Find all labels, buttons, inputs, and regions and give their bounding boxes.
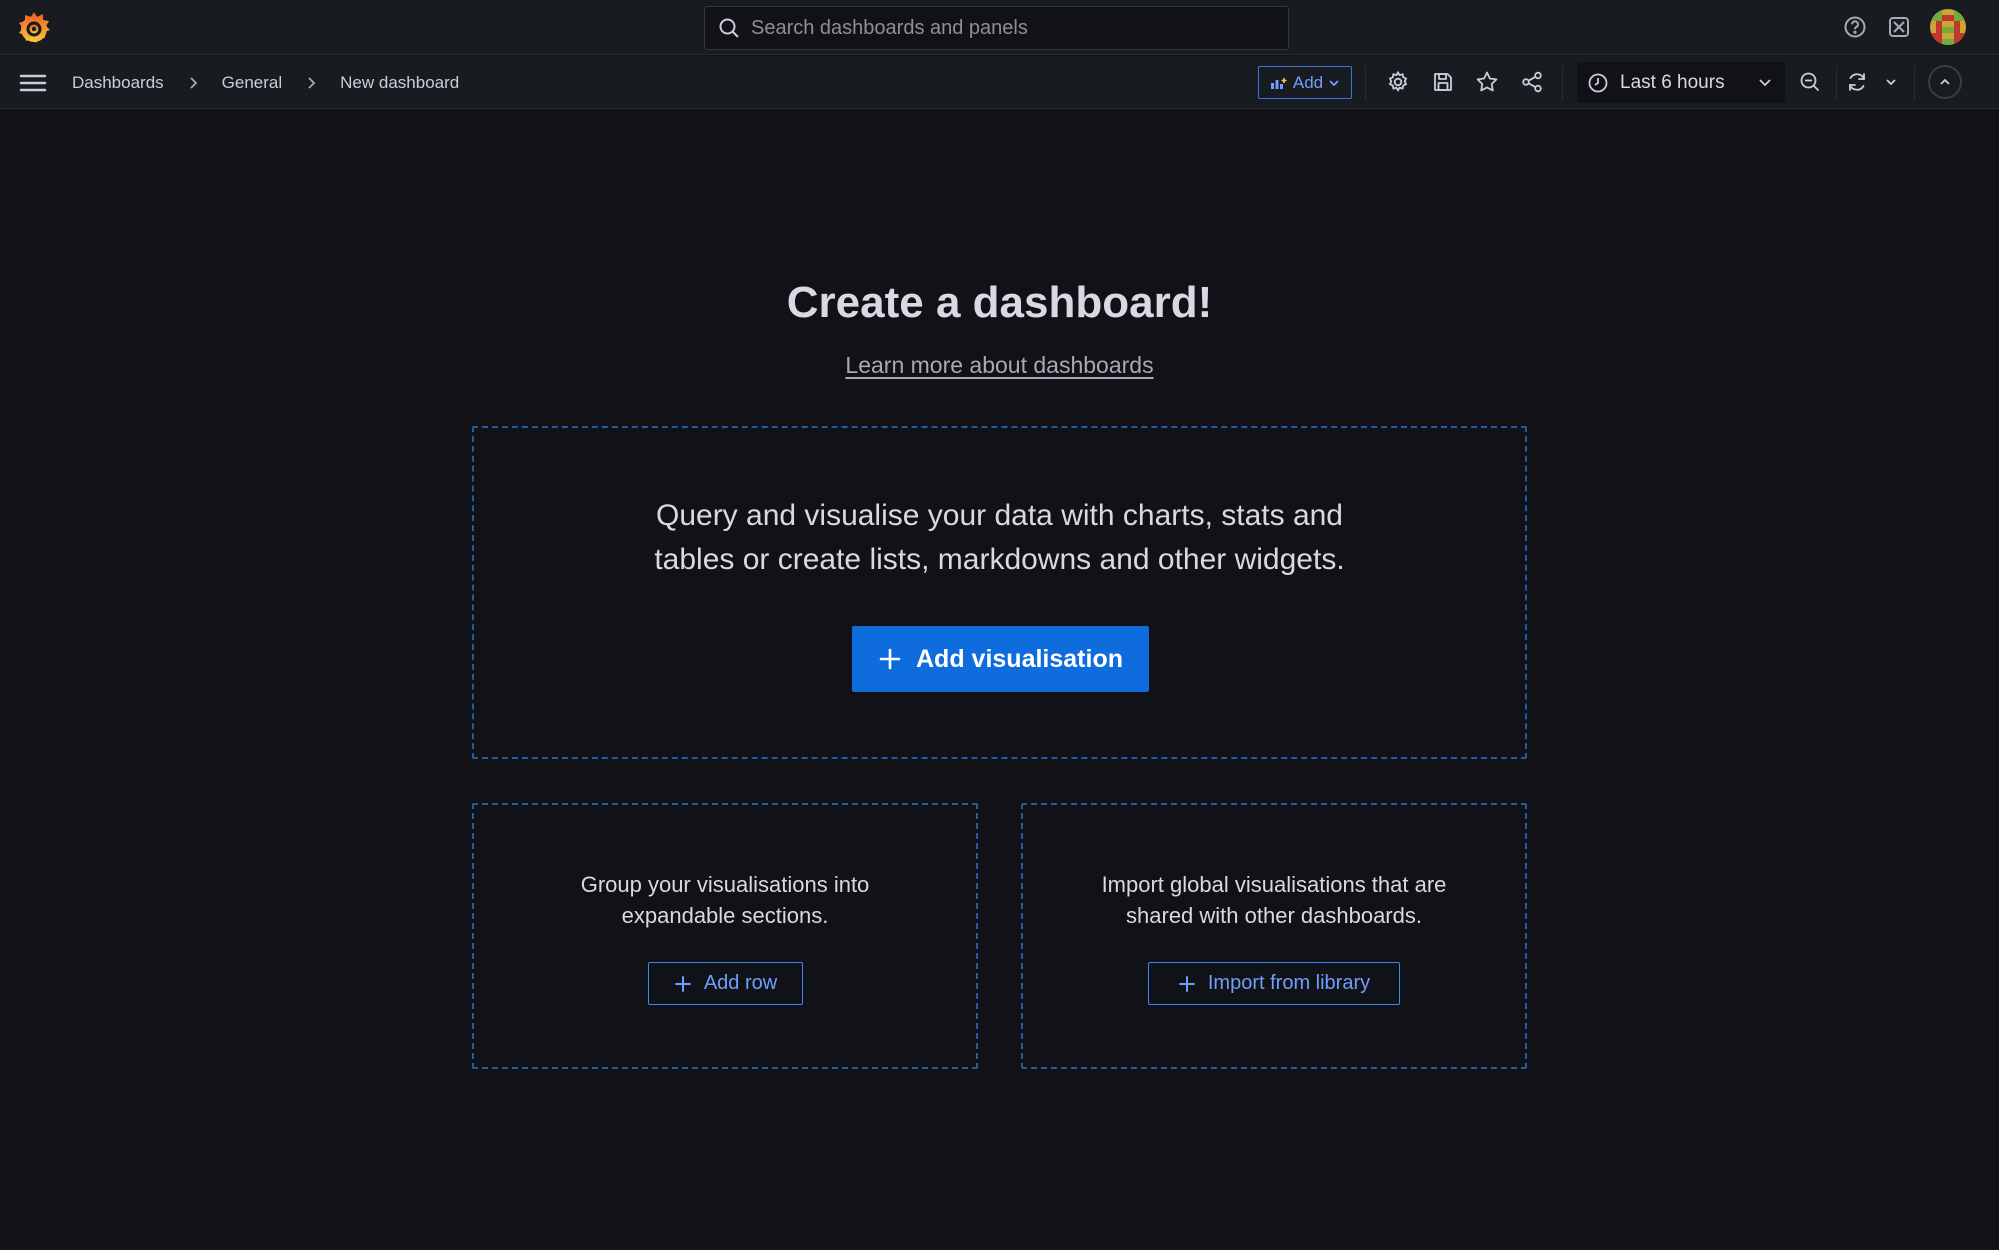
add-visualisation-label: Add visualisation <box>916 644 1123 673</box>
add-panel-button[interactable]: Add <box>1258 66 1352 99</box>
add-row-button[interactable]: Add row <box>648 962 803 1005</box>
clock-icon <box>1588 73 1608 92</box>
hamburger-icon[interactable] <box>18 69 48 97</box>
zoom-out-icon[interactable] <box>1797 69 1823 95</box>
help-icon[interactable] <box>1841 13 1869 41</box>
plus-icon <box>1178 975 1195 992</box>
collapse-toolbar-button[interactable] <box>1928 65 1962 99</box>
refresh-icon[interactable] <box>1844 69 1870 95</box>
search-bar[interactable] <box>704 6 1289 50</box>
import-from-library-button[interactable]: Import from library <box>1148 962 1400 1005</box>
description-line: Group your visualisations into <box>580 872 870 897</box>
toolbar-divider <box>1914 66 1915 100</box>
add-row-card: Group your visualisations into expandabl… <box>472 803 978 1069</box>
time-range-label: Last 6 hours <box>1620 71 1725 93</box>
toolbar-divider <box>1365 66 1366 100</box>
description-line: tables or create lists, markdowns and ot… <box>654 543 1345 576</box>
grafana-logo-icon[interactable] <box>16 10 52 46</box>
breadcrumb: Dashboards General New dashboard <box>72 56 459 109</box>
library-description: Import global visualisations that are sh… <box>1023 869 1525 931</box>
add-visualisation-card: Query and visualise your data with chart… <box>472 426 1527 759</box>
chevron-up-icon <box>1940 78 1950 85</box>
import-library-card: Import global visualisations that are sh… <box>1021 803 1527 1069</box>
toolbar-divider <box>1562 66 1563 100</box>
top-bar <box>0 0 1999 55</box>
toolbar-divider <box>1836 66 1837 100</box>
visualisation-description: Query and visualise your data with chart… <box>474 494 1525 582</box>
breadcrumb-general[interactable]: General <box>222 73 282 93</box>
chevron-right-icon <box>190 76 197 89</box>
add-row-label: Add row <box>703 972 778 994</box>
chevron-down-icon <box>1759 79 1771 87</box>
add-panel-icon <box>1270 77 1287 89</box>
learn-more-link[interactable]: Learn more about dashboards <box>0 352 1999 379</box>
time-range-picker[interactable]: Last 6 hours <box>1577 62 1785 103</box>
search-input[interactable] <box>741 7 1288 49</box>
description-line: Import global visualisations that are <box>1101 872 1447 897</box>
user-avatar[interactable] <box>1930 9 1966 45</box>
refresh-interval-chevron-icon[interactable] <box>1878 69 1904 95</box>
row-description: Group your visualisations into expandabl… <box>474 869 976 931</box>
avatar-icon <box>1930 9 1966 45</box>
page-title: Create a dashboard! <box>786 278 1213 327</box>
search-icon <box>719 18 739 38</box>
dashboard-toolbar: Dashboards General New dashboard Add Las… <box>0 56 1999 109</box>
plus-icon <box>674 975 691 992</box>
breadcrumb-new-dashboard[interactable]: New dashboard <box>340 73 459 93</box>
breadcrumb-dashboards[interactable]: Dashboards <box>72 73 164 93</box>
description-line: shared with other dashboards. <box>1126 903 1422 928</box>
chevron-right-icon <box>308 76 316 89</box>
description-line: Query and visualise your data with chart… <box>655 499 1343 532</box>
chevron-down-icon <box>1329 79 1339 86</box>
import-from-library-label: Import from library <box>1207 972 1371 994</box>
news-icon[interactable] <box>1885 13 1913 41</box>
add-button-label: Add <box>1292 72 1324 92</box>
plus-icon <box>879 648 901 670</box>
gear-icon[interactable] <box>1385 69 1411 95</box>
description-line: expandable sections. <box>621 903 829 928</box>
add-visualisation-button[interactable]: Add visualisation <box>852 626 1149 692</box>
save-icon[interactable] <box>1430 69 1456 95</box>
share-icon[interactable] <box>1519 69 1545 95</box>
star-icon[interactable] <box>1474 69 1500 95</box>
